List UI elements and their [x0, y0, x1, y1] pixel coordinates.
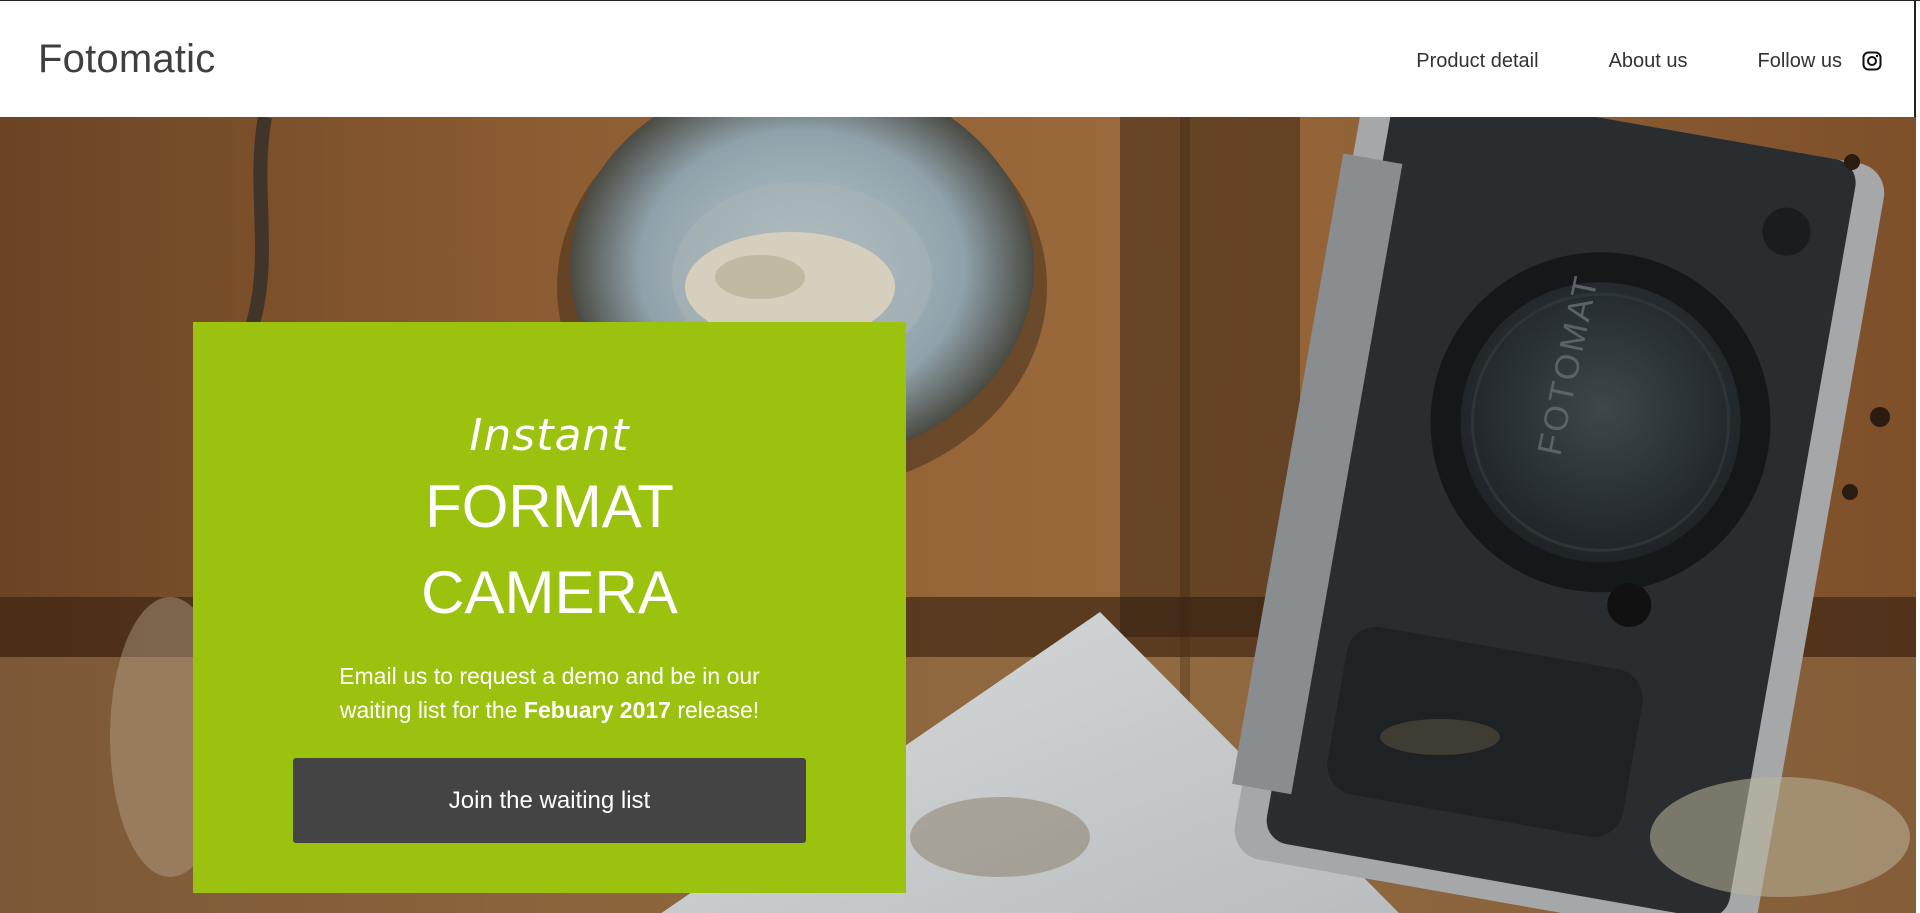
- hero-promo-card: Instant FORMAT CAMERA Email us to reques…: [193, 322, 906, 893]
- brand-logo[interactable]: Fotomatic: [38, 37, 215, 82]
- card-kicker: Instant: [469, 410, 630, 461]
- site-header: Fotomatic Product detail About us Follow…: [0, 1, 1916, 117]
- join-waiting-list-button[interactable]: Join the waiting list: [293, 758, 806, 843]
- scrollbar-track[interactable]: [1916, 117, 1920, 913]
- card-title-line2: CAMERA: [421, 559, 678, 626]
- card-title-line1: FORMAT: [425, 473, 674, 540]
- main-nav: Product detail About us Follow us: [1416, 49, 1914, 73]
- nav-product-detail[interactable]: Product detail: [1416, 50, 1538, 73]
- page: Fotomatic Product detail About us Follow…: [0, 0, 1920, 913]
- card-description-suffix: release!: [670, 697, 760, 723]
- card-description-release-date: Febuary 2017: [523, 697, 671, 723]
- card-description: Email us to request a demo and be in our…: [303, 659, 796, 727]
- instagram-icon[interactable]: [1862, 51, 1882, 71]
- nav-about-us[interactable]: About us: [1609, 50, 1688, 73]
- nav-follow-us[interactable]: Follow us: [1758, 50, 1842, 73]
